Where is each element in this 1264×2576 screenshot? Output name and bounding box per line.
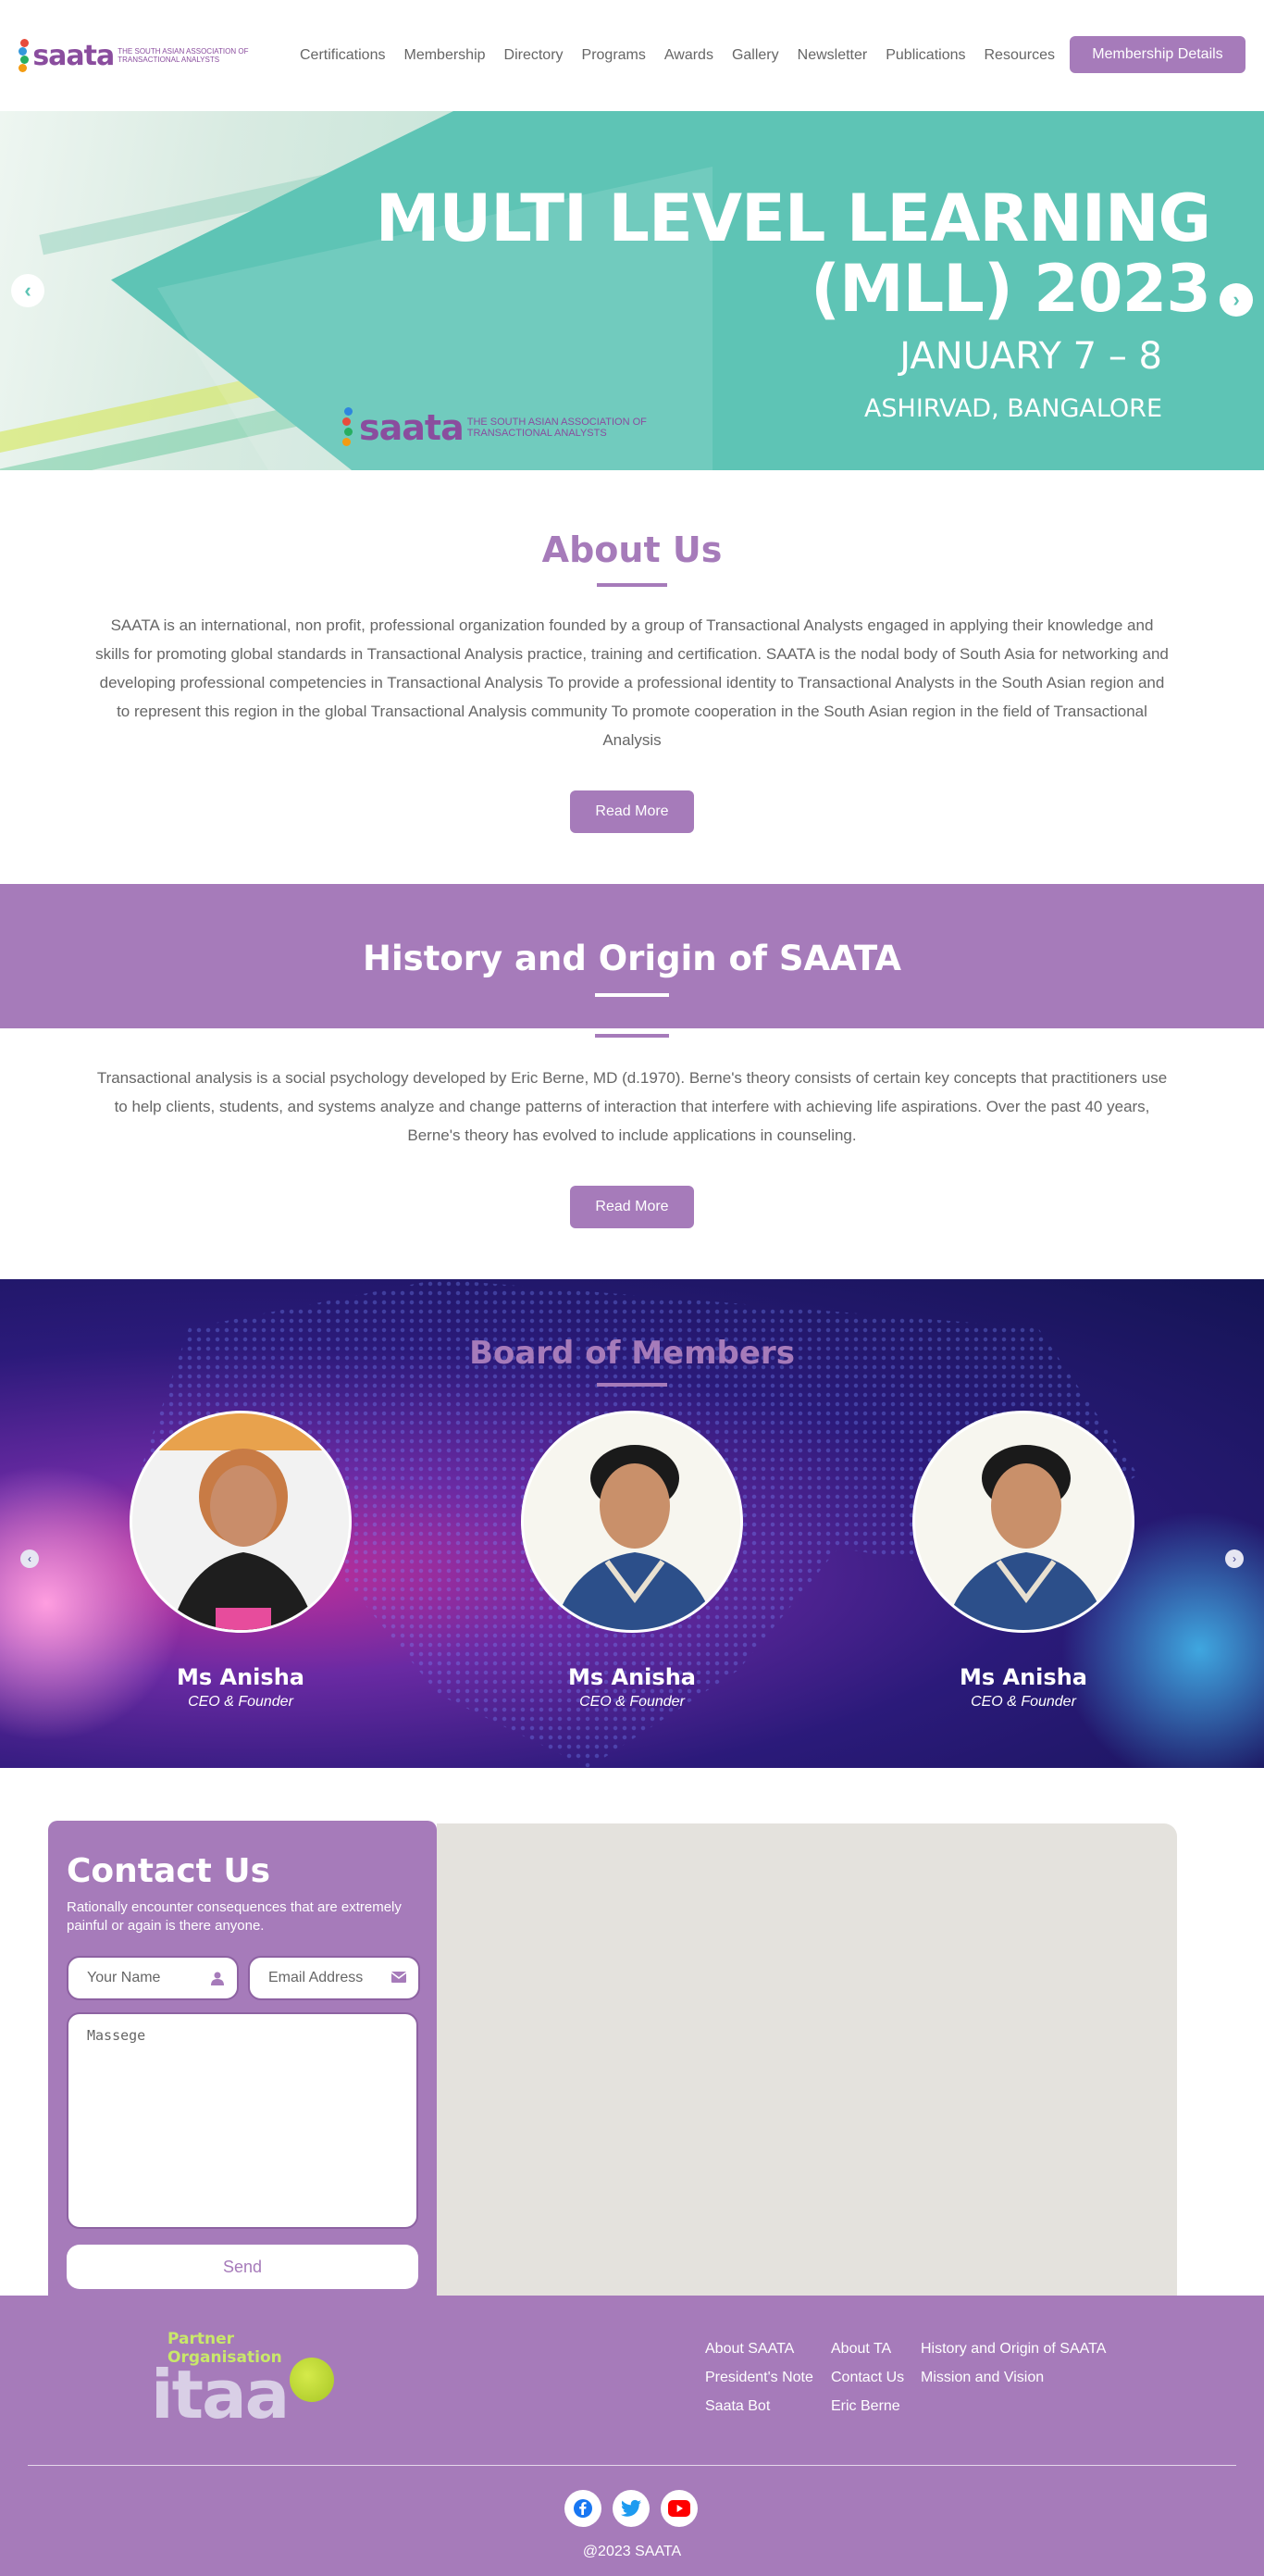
logo-tagline: THE SOUTH ASIAN ASSOCIATION OF TRANSACTI… bbox=[118, 47, 249, 64]
footer-link-about-ta[interactable]: About TA bbox=[831, 2340, 921, 2358]
user-icon bbox=[209, 1971, 226, 1987]
chevron-left-icon[interactable]: ‹ bbox=[11, 274, 44, 307]
history-read-more-button[interactable]: Read More bbox=[570, 1186, 694, 1228]
nav-publications[interactable]: Publications bbox=[886, 47, 965, 64]
site-header: saata THE SOUTH ASIAN ASSOCIATION OF TRA… bbox=[0, 0, 1264, 111]
hero-date: JANUARY 7 – 8 bbox=[899, 335, 1162, 378]
site-logo[interactable]: saata THE SOUTH ASIAN ASSOCIATION OF TRA… bbox=[19, 32, 250, 79]
footer-link-contact[interactable]: Contact Us bbox=[831, 2369, 921, 2386]
board-title: Board of Members bbox=[469, 1335, 795, 1372]
about-text: SAATA is an international, non profit, p… bbox=[95, 616, 1169, 749]
footer-divider bbox=[28, 2465, 1236, 2466]
member-role: CEO & Founder bbox=[971, 1694, 1076, 1710]
hero-logo: saata THE SOUTH ASIAN ASSOCIATION OF TRA… bbox=[342, 405, 689, 450]
history-title: History and Origin of SAATA bbox=[363, 939, 901, 978]
main-nav: Certifications Membership Directory Prog… bbox=[300, 47, 1073, 64]
name-field[interactable]: Your Name bbox=[67, 1956, 239, 2000]
member-card[interactable]: Ms Anisha CEO & Founder bbox=[912, 1411, 1134, 1711]
member-card[interactable]: Ms Anisha CEO & Founder bbox=[130, 1411, 352, 1711]
member-photo bbox=[552, 1445, 717, 1630]
hero-title: MULTI LEVEL LEARNING (MLL) 2023 bbox=[375, 180, 1211, 327]
history-title-underline bbox=[595, 993, 669, 997]
logo-dots-icon bbox=[19, 37, 31, 74]
facebook-icon[interactable] bbox=[564, 2490, 601, 2527]
hero-banner: MULTI LEVEL LEARNING (MLL) 2023 JANUARY … bbox=[0, 111, 1264, 470]
nav-programs[interactable]: Programs bbox=[582, 47, 646, 64]
about-read-more-button[interactable]: Read More bbox=[570, 790, 694, 833]
chevron-right-icon[interactable]: › bbox=[1225, 1549, 1244, 1568]
hero-title-line1: MULTI LEVEL LEARNING bbox=[375, 180, 1211, 256]
nav-awards[interactable]: Awards bbox=[664, 47, 713, 64]
nav-resources[interactable]: Resources bbox=[985, 47, 1055, 64]
membership-details-button[interactable]: Membership Details bbox=[1070, 36, 1245, 73]
history-header-band: History and Origin of SAATA bbox=[0, 884, 1264, 1028]
logo-dots-icon bbox=[342, 405, 357, 450]
chevron-left-icon[interactable]: ‹ bbox=[20, 1549, 39, 1568]
nav-gallery[interactable]: Gallery bbox=[732, 47, 779, 64]
contact-form: Contact Us Rationally encounter conseque… bbox=[48, 1821, 437, 2376]
site-footer: Partner Organisation itaa About SAATA Ab… bbox=[0, 2296, 1264, 2576]
social-links bbox=[564, 2490, 698, 2527]
about-section: About Us SAATA is an international, non … bbox=[0, 470, 1264, 883]
footer-link-mission[interactable]: Mission and Vision bbox=[921, 2369, 1124, 2386]
envelope-icon bbox=[390, 1971, 407, 1987]
nav-certifications[interactable]: Certifications bbox=[300, 47, 385, 64]
member-avatar bbox=[912, 1411, 1134, 1633]
footer-link-presidents-note[interactable]: President's Note bbox=[705, 2369, 831, 2386]
contact-subtitle: Rationally encounter consequences that a… bbox=[67, 1899, 402, 1934]
hero-title-line2: (MLL) 2023 bbox=[810, 251, 1211, 327]
member-name: Ms Anisha bbox=[960, 1664, 1087, 1690]
map-embed[interactable] bbox=[437, 1823, 1177, 2296]
hero-logo-tagline: THE SOUTH ASIAN ASSOCIATION OF TRANSACTI… bbox=[466, 417, 647, 439]
member-photo bbox=[944, 1445, 1109, 1630]
name-field-placeholder: Your Name bbox=[87, 1970, 161, 1985]
message-textarea[interactable]: Massege bbox=[67, 2012, 418, 2229]
hero-place: ASHIRVAD, BANGALORE bbox=[863, 394, 1162, 423]
footer-links: About SAATA About TA History and Origin … bbox=[705, 2340, 1124, 2415]
member-avatar bbox=[130, 1411, 352, 1633]
partner-logo[interactable]: Partner Organisation itaa bbox=[151, 2330, 336, 2428]
member-avatar bbox=[521, 1411, 743, 1633]
nav-directory[interactable]: Directory bbox=[504, 47, 564, 64]
board-section: Board of Members Ms Anisha CEO & Founder… bbox=[0, 1279, 1264, 1768]
youtube-icon[interactable] bbox=[661, 2490, 698, 2527]
twitter-icon[interactable] bbox=[613, 2490, 650, 2527]
email-field[interactable]: Email Address bbox=[248, 1956, 420, 2000]
footer-link-about-saata[interactable]: About SAATA bbox=[705, 2340, 831, 2358]
about-title: About Us bbox=[541, 529, 723, 570]
chevron-right-icon[interactable]: › bbox=[1220, 283, 1253, 317]
member-name: Ms Anisha bbox=[177, 1664, 304, 1690]
contact-title: Contact Us bbox=[67, 1852, 271, 1890]
history-text: Transactional analysis is a social psych… bbox=[96, 1069, 1168, 1144]
footer-link-eric-berne[interactable]: Eric Berne bbox=[831, 2397, 921, 2415]
history-divider bbox=[595, 1034, 669, 1038]
member-role: CEO & Founder bbox=[579, 1694, 685, 1710]
logo-wordmark: saata bbox=[32, 39, 115, 72]
member-photo bbox=[132, 1413, 349, 1630]
nav-newsletter[interactable]: Newsletter bbox=[798, 47, 868, 64]
nav-membership[interactable]: Membership bbox=[403, 47, 485, 64]
send-button[interactable]: Send bbox=[67, 2245, 418, 2289]
member-role: CEO & Founder bbox=[188, 1694, 293, 1710]
member-name: Ms Anisha bbox=[568, 1664, 696, 1690]
copyright: @2023 SAATA bbox=[582, 2544, 682, 2559]
email-field-placeholder: Email Address bbox=[268, 1970, 364, 1985]
member-card[interactable]: Ms Anisha CEO & Founder bbox=[521, 1411, 743, 1711]
footer-link-history[interactable]: History and Origin of SAATA bbox=[921, 2340, 1124, 2358]
message-placeholder: Massege bbox=[87, 2027, 146, 2044]
board-title-underline bbox=[597, 1383, 667, 1387]
footer-link-saata-bot[interactable]: Saata Bot bbox=[705, 2397, 831, 2415]
about-title-underline bbox=[597, 583, 667, 587]
globe-icon bbox=[290, 2358, 334, 2402]
hero-logo-wordmark: saata bbox=[359, 407, 465, 448]
